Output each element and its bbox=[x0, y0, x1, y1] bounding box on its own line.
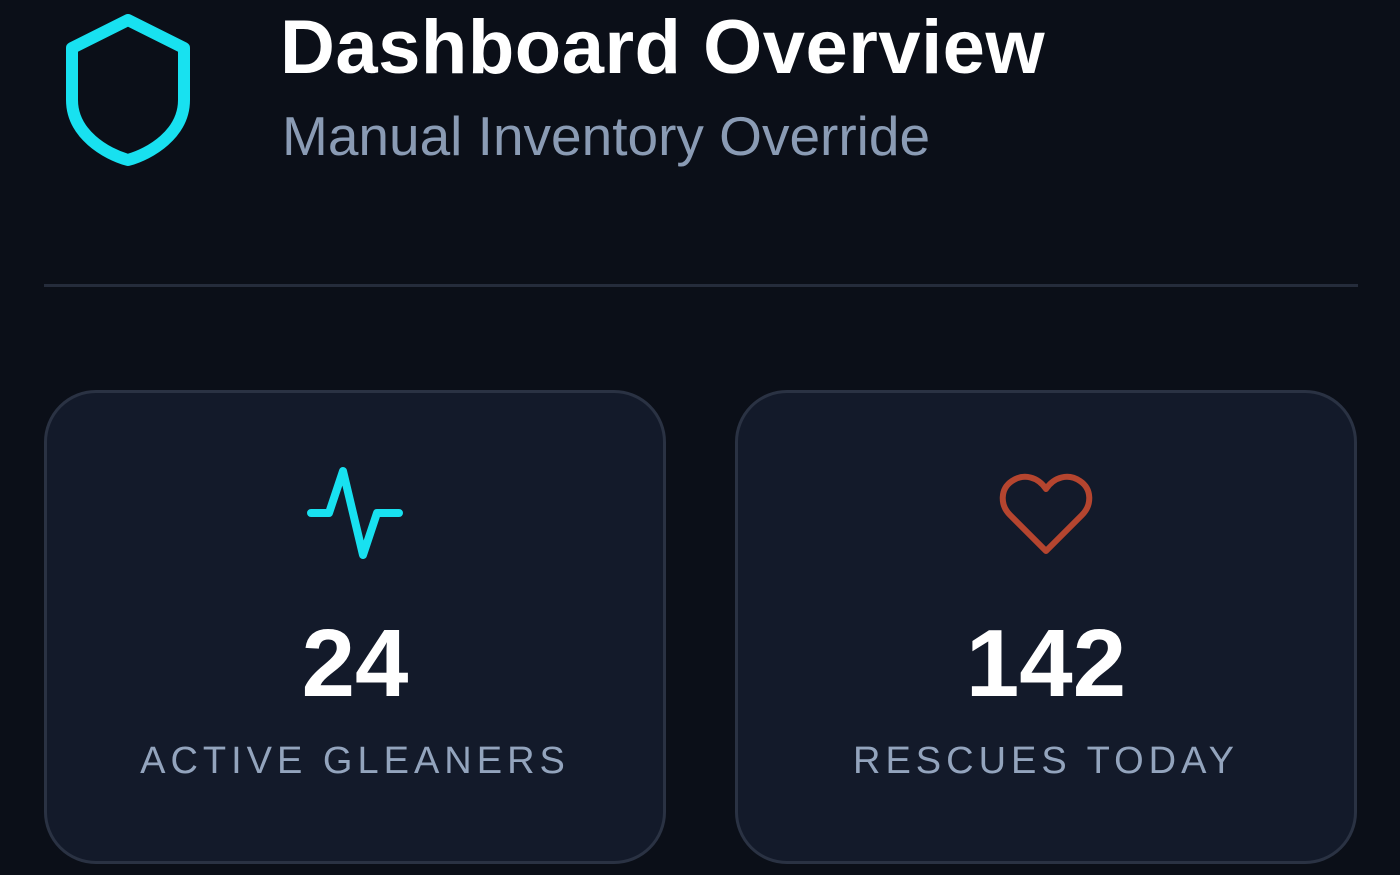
page-subtitle: Manual Inventory Override bbox=[282, 105, 931, 167]
stat-card-active-gleaners[interactable]: 24 ACTIVE GLEANERS bbox=[44, 390, 666, 864]
stat-label: RESCUES TODAY bbox=[853, 740, 1239, 782]
stat-label: ACTIVE GLEANERS bbox=[140, 740, 570, 782]
shield-icon bbox=[66, 14, 190, 166]
header-divider bbox=[44, 284, 1358, 287]
activity-pulse-icon bbox=[307, 467, 403, 559]
stat-value: 24 bbox=[301, 610, 409, 717]
dashboard-header: Dashboard Overview Manual Inventory Over… bbox=[0, 0, 1400, 285]
stat-card-rescues-today[interactable]: 142 RESCUES TODAY bbox=[735, 390, 1357, 864]
page-title: Dashboard Overview bbox=[280, 5, 1046, 90]
heart-icon bbox=[999, 473, 1093, 554]
stat-value: 142 bbox=[965, 610, 1127, 717]
